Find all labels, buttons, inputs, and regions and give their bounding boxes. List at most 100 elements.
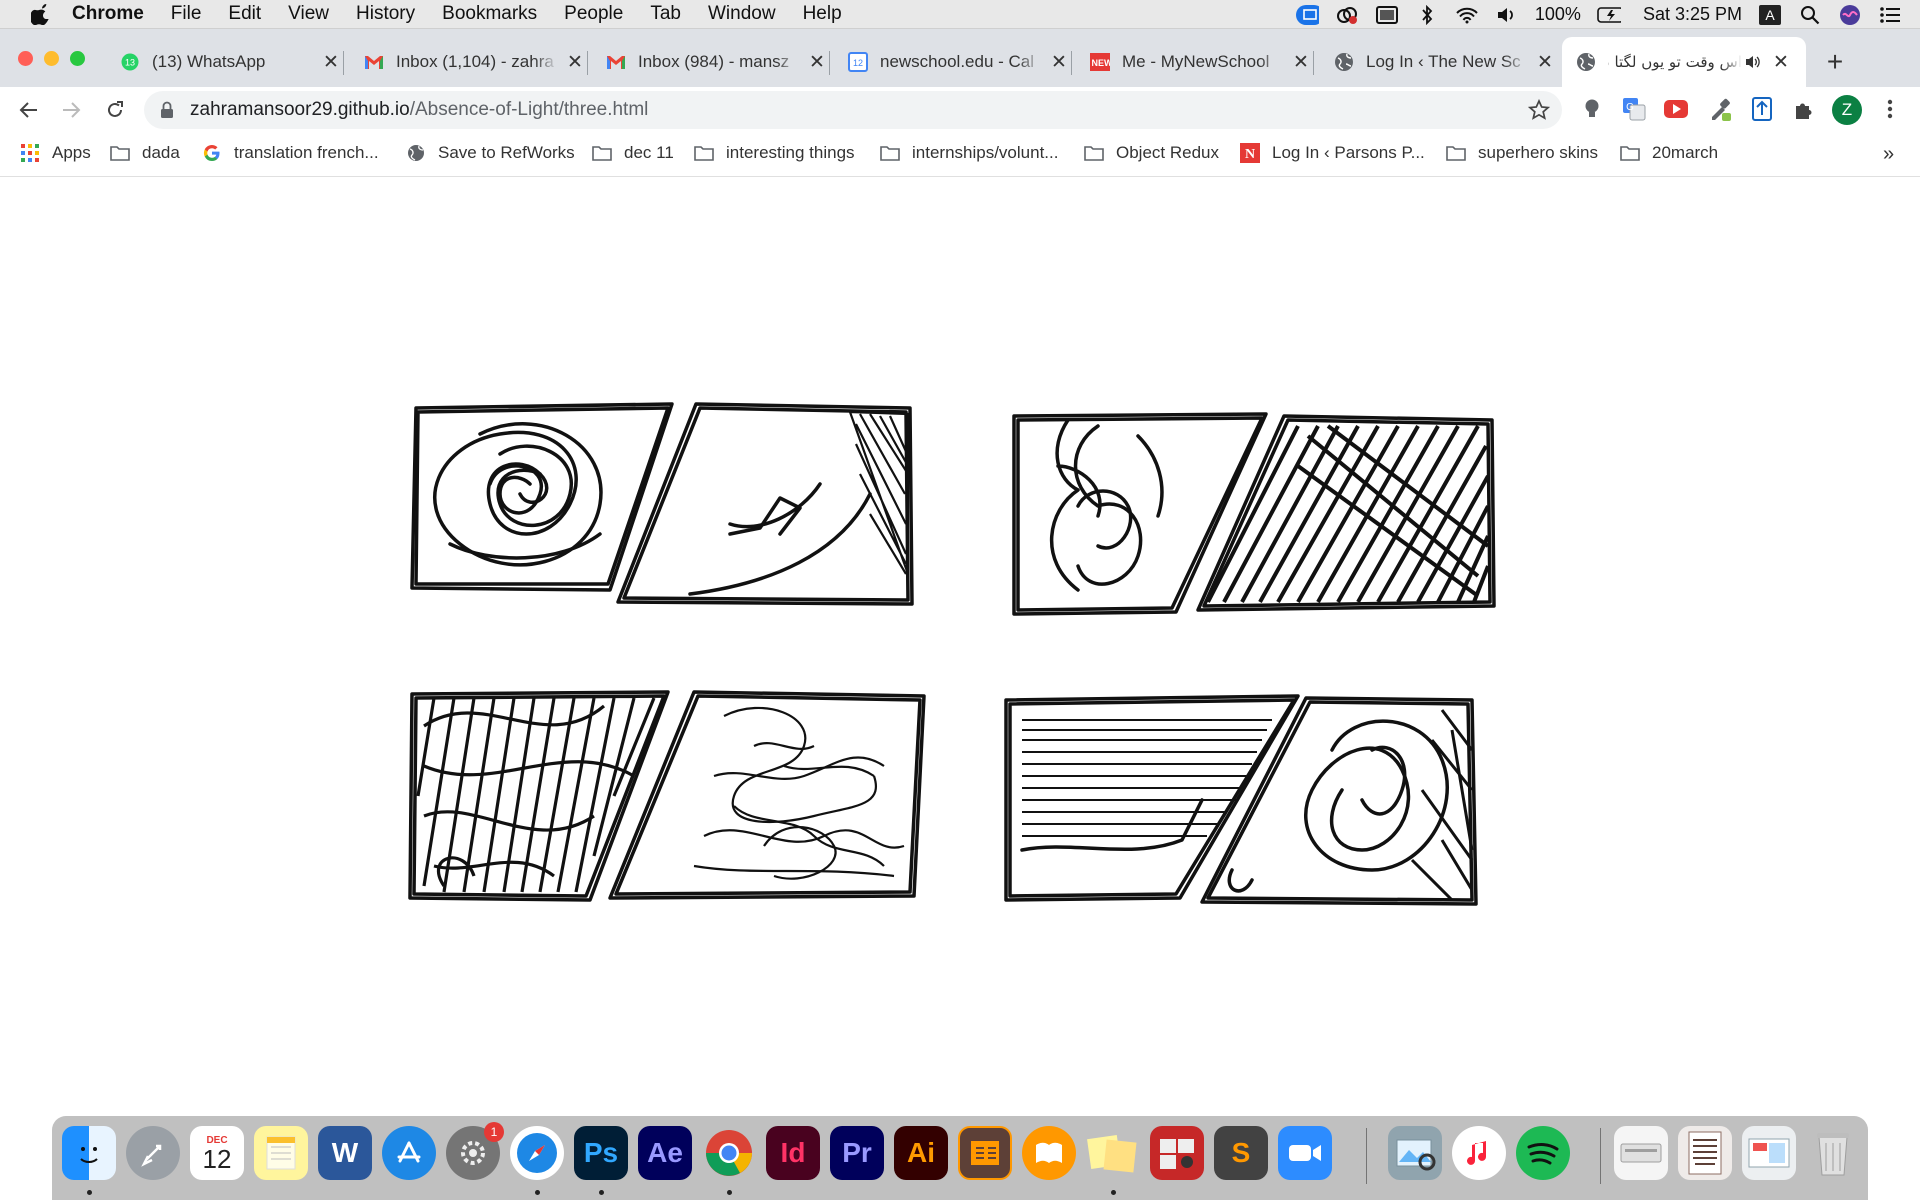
tab-calendar[interactable]: 12 newschool.edu - Cal ✕ [848,37,1072,87]
reload-button[interactable] [100,95,130,125]
trash-icon[interactable] [1806,1126,1860,1180]
after-effects-icon[interactable]: Ae [638,1126,692,1180]
menu-help[interactable]: Help [803,3,842,25]
wifi-icon[interactable] [1455,5,1479,25]
photoshop-icon[interactable]: Ps [574,1126,628,1180]
books-icon[interactable] [1022,1126,1076,1180]
calendar-icon: 12 [848,52,868,72]
app-store-icon[interactable] [382,1126,436,1180]
preview-icon[interactable] [1388,1126,1442,1180]
downloads-stack-icon[interactable] [1614,1126,1668,1180]
close-tab-icon[interactable]: ✕ [1534,51,1556,73]
profile-avatar[interactable]: Z [1832,95,1862,125]
back-button[interactable] [14,95,44,125]
calendar-app-icon[interactable]: DEC 12 [190,1126,244,1180]
menu-tab[interactable]: Tab [650,3,681,25]
bookmark-translation[interactable]: translation french... [202,143,379,163]
forward-button[interactable] [56,95,86,125]
bookmark-refworks[interactable]: Save to RefWorks [406,143,575,163]
close-tab-icon[interactable]: ✕ [1770,51,1792,73]
bookmarks-overflow-chevron-icon[interactable]: » [1883,143,1894,166]
sketchbook-icon[interactable] [958,1126,1012,1180]
upload-extension-icon[interactable] [1748,95,1776,123]
bookmark-folder-20march[interactable]: 20march [1620,143,1718,163]
minimize-window-button[interactable] [44,51,59,66]
creative-cloud-icon[interactable] [1335,5,1359,25]
screen-share-icon[interactable] [1295,4,1319,25]
bookmark-folder-superhero-skins[interactable]: superhero skins [1446,143,1598,163]
volume-icon[interactable] [1495,5,1519,25]
screenshots-stack-icon[interactable] [1742,1126,1796,1180]
google-translate-icon[interactable]: G [1620,95,1648,123]
new-tab-button[interactable]: + [1820,46,1850,77]
tab-mynewschool[interactable]: NEW Me - MyNewSchool ✕ [1090,37,1314,87]
notes-icon[interactable] [254,1126,308,1180]
notification-center-icon[interactable] [1878,5,1902,25]
youtube-extension-icon[interactable] [1662,95,1690,123]
tab-audio-playing-icon[interactable] [1742,55,1764,69]
clock[interactable]: Sat 3:25 PM [1643,4,1742,25]
bookmark-apps[interactable]: Apps [20,143,91,163]
zoom-window-button[interactable] [70,51,85,66]
photo-booth-icon[interactable] [1150,1126,1204,1180]
menu-file[interactable]: File [171,3,202,25]
spotlight-search-icon[interactable] [1798,5,1822,25]
tab-whatsapp[interactable]: 13 (13) WhatsApp ✕ [120,37,344,87]
close-tab-icon[interactable]: ✕ [806,51,828,73]
menu-view[interactable]: View [288,3,329,25]
close-tab-icon[interactable]: ✕ [320,51,342,73]
google-chrome-icon[interactable] [702,1126,756,1180]
system-preferences-icon[interactable]: 1 [446,1122,504,1180]
extensions-puzzle-icon[interactable] [1790,95,1818,123]
address-bar[interactable]: zahramansoor29.github.io/Absence-of-Ligh… [144,91,1562,129]
apple-menu-icon[interactable] [26,4,56,25]
documents-stack-icon[interactable] [1678,1126,1732,1180]
menu-edit[interactable]: Edit [228,3,261,25]
bookmark-star-icon[interactable] [1527,98,1551,121]
illustrator-icon[interactable]: Ai [894,1126,948,1180]
premiere-pro-icon[interactable]: Pr [830,1126,884,1180]
input-source-icon[interactable]: A [1758,4,1782,25]
bookmark-parsons-login[interactable]: N Log In ‹ Parsons P... [1240,143,1425,163]
tab-login-new-school[interactable]: Log In ‹ The New Sc ✕ [1334,37,1556,87]
microsoft-word-icon[interactable]: W [318,1126,372,1180]
window-controls [18,51,85,66]
chrome-menu-icon[interactable] [1876,95,1904,123]
safari-icon[interactable] [510,1126,564,1180]
bookmark-folder-internships[interactable]: internships/volunt... [880,143,1058,163]
photoshop-running-indicator [599,1190,604,1195]
menu-window[interactable]: Window [708,3,776,25]
menu-app-name[interactable]: Chrome [72,3,144,25]
bluetooth-icon[interactable] [1415,4,1439,25]
safari-running-indicator [535,1190,540,1195]
zoom-icon[interactable] [1278,1126,1332,1180]
siri-icon[interactable] [1838,4,1862,25]
music-icon[interactable] [1452,1126,1506,1180]
launchpad-icon[interactable] [126,1126,180,1180]
menu-history[interactable]: History [356,3,415,25]
bookmark-folder-object-redux[interactable]: Object Redux [1084,143,1219,163]
eyedropper-extension-icon[interactable] [1706,95,1734,123]
indesign-icon[interactable]: Id [766,1126,820,1180]
finder-icon[interactable] [62,1126,116,1180]
bookmark-folder-dec11[interactable]: dec 11 [592,143,674,163]
spotify-icon[interactable] [1516,1126,1570,1180]
display-icon[interactable] [1375,5,1399,25]
bookmark-folder-dada[interactable]: dada [110,143,180,163]
bookmark-folder-interesting-things[interactable]: interesting things [694,143,855,163]
lock-icon[interactable] [160,101,178,119]
new-icon: NEW [1090,52,1110,72]
close-tab-icon[interactable]: ✕ [564,51,586,73]
menu-bookmarks[interactable]: Bookmarks [442,3,537,25]
tab-gmail-inbox-1[interactable]: Inbox (1,104) - zahra ✕ [364,37,588,87]
sublime-text-icon[interactable]: S [1214,1126,1268,1180]
menu-people[interactable]: People [564,3,623,25]
close-window-button[interactable] [18,51,33,66]
tab-gmail-inbox-2[interactable]: Inbox (984) - mansz ✕ [606,37,830,87]
extension-bulb-icon[interactable] [1578,95,1606,123]
tab-active-urdu-title[interactable]: اس وقت تو یوں لگتا ہے ✕ [1562,37,1806,87]
battery-charging-icon[interactable] [1597,5,1621,25]
close-tab-icon[interactable]: ✕ [1290,51,1312,73]
stickies-icon[interactable] [1086,1126,1140,1180]
close-tab-icon[interactable]: ✕ [1048,51,1070,73]
